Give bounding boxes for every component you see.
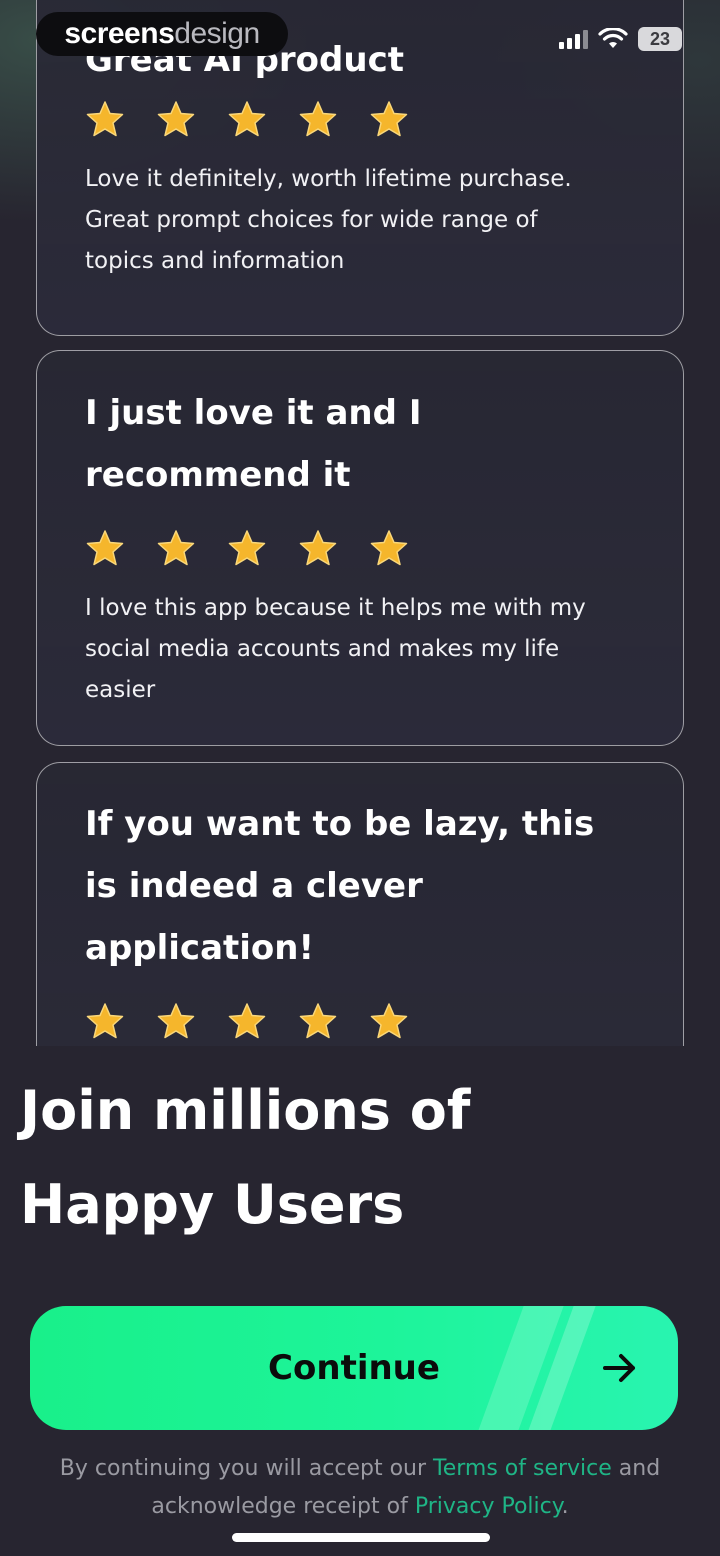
star-icon (86, 1003, 124, 1039)
brand-part2: design (174, 17, 260, 50)
star-rating (85, 1001, 635, 1041)
star-rating (85, 528, 635, 568)
star-icon (370, 101, 408, 137)
legal-line2-prefix: acknowledge receipt of (151, 1494, 415, 1519)
review-body: I love this app because it helps me with… (85, 595, 586, 703)
status-icons: 23 (559, 24, 682, 54)
star-icon (299, 1003, 337, 1039)
wifi-icon (598, 28, 628, 48)
star-icon (228, 530, 266, 566)
star-icon (228, 1003, 266, 1039)
legal-text: By continuing you will accept our Terms … (20, 1450, 700, 1526)
star-icon (370, 1003, 408, 1039)
star-icon (228, 101, 266, 137)
review-card: If you want to be lazy, this is indeed a… (36, 762, 684, 1046)
brand-part1: screens (64, 17, 175, 50)
privacy-policy-link[interactable]: Privacy Policy (415, 1494, 562, 1519)
star-icon (157, 101, 195, 137)
review-body: Love it definitely, worth lifetime purch… (85, 166, 572, 274)
signal-icon (559, 29, 588, 49)
review-title: I just love it and I recommend it (85, 393, 422, 495)
review-title: If you want to be lazy, this is indeed a… (85, 804, 595, 968)
home-indicator (232, 1533, 490, 1542)
star-icon (299, 530, 337, 566)
brand-watermark: screens design (36, 12, 288, 56)
star-icon (157, 530, 195, 566)
legal-suffix: . (561, 1494, 569, 1519)
battery-indicator: 23 (638, 27, 682, 51)
review-card: I just love it and I recommend it I love… (36, 350, 684, 746)
legal-middle: and (611, 1456, 661, 1481)
star-icon (86, 530, 124, 566)
legal-prefix: By continuing you will accept our (59, 1456, 434, 1481)
star-icon (86, 101, 124, 137)
headline-line1: Join millions of (20, 1079, 471, 1142)
star-icon (370, 530, 408, 566)
continue-button[interactable]: Continue (30, 1306, 678, 1430)
continue-label: Continue (268, 1348, 440, 1388)
star-icon (299, 101, 337, 137)
headline-line2: Happy Users (20, 1173, 405, 1236)
star-rating (85, 99, 635, 139)
star-icon (157, 1003, 195, 1039)
battery-level: 23 (649, 28, 671, 49)
headline: Join millions of Happy Users (20, 1064, 700, 1252)
reviews-list[interactable]: Great AI product Love it definitely, wor… (36, 0, 684, 1046)
terms-of-service-link[interactable]: Terms of service (433, 1456, 612, 1481)
arrow-right-icon (603, 1354, 635, 1382)
status-bar: screens design 23 (0, 0, 720, 72)
